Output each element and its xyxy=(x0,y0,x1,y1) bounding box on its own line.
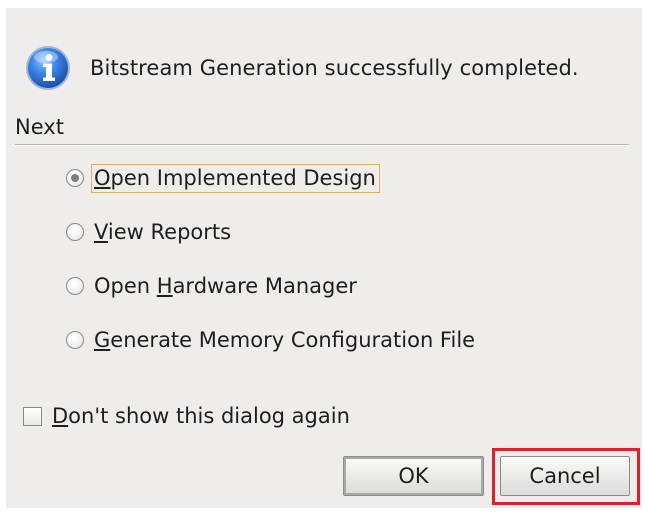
radio-button[interactable] xyxy=(66,277,84,295)
completion-message: Bitstream Generation successfully comple… xyxy=(90,56,579,80)
section-separator xyxy=(15,144,629,146)
option-label-start: Open xyxy=(94,273,157,298)
option-view-reports[interactable]: View Reports xyxy=(66,217,235,247)
mnemonic-char: V xyxy=(94,219,108,244)
info-icon xyxy=(24,44,72,92)
option-label-rest: pen Implemented Design xyxy=(110,165,376,190)
ok-button[interactable]: OK xyxy=(343,456,484,496)
radio-button[interactable] xyxy=(66,169,84,187)
option-label-rest: ardware Manager xyxy=(172,273,357,298)
mnemonic-char: O xyxy=(94,165,111,190)
next-section-label: Next xyxy=(15,115,64,139)
cancel-button[interactable]: Cancel xyxy=(500,456,630,496)
mnemonic-char: G xyxy=(94,327,111,352)
option-label: Generate Memory Configuration File xyxy=(91,326,479,355)
option-label-rest: iew Reports xyxy=(107,219,232,244)
option-label: View Reports xyxy=(91,218,235,247)
radio-button[interactable] xyxy=(66,331,84,349)
option-label: Open Hardware Manager xyxy=(91,272,361,301)
mnemonic-char: D xyxy=(52,404,69,428)
option-label-rest: enerate Memory Configuration File xyxy=(110,327,476,352)
option-open-implemented-design[interactable]: Open Implemented Design xyxy=(66,163,380,193)
option-generate-memory-config[interactable]: Generate Memory Configuration File xyxy=(66,325,479,355)
message-row: Bitstream Generation successfully comple… xyxy=(24,38,579,98)
radio-button[interactable] xyxy=(66,223,84,241)
dont-show-label-rest: on't show this dialog again xyxy=(68,404,350,428)
checkbox[interactable] xyxy=(23,406,42,426)
dont-show-again-checkbox[interactable]: Don't show this dialog again xyxy=(23,401,350,431)
bitstream-dialog: Bitstream Generation successfully comple… xyxy=(6,8,642,508)
mnemonic-char: H xyxy=(156,273,173,298)
option-label: Open Implemented Design xyxy=(91,163,380,193)
dont-show-again-label: Don't show this dialog again xyxy=(52,404,350,428)
option-open-hardware-manager[interactable]: Open Hardware Manager xyxy=(66,271,361,301)
